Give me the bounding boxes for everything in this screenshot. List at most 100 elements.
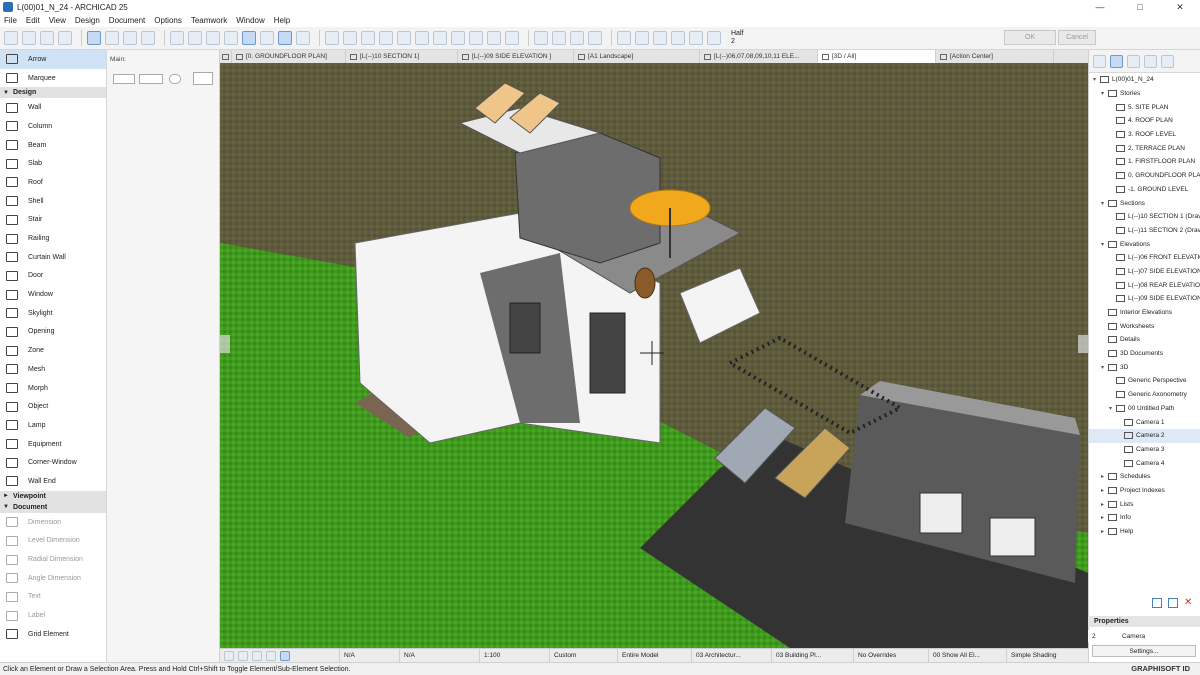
chevron-icon[interactable]: ▾ (1093, 76, 1100, 83)
tool-corner-window[interactable]: Corner-Window (0, 453, 106, 472)
snap-guides-icon[interactable] (123, 31, 137, 45)
menu-document[interactable]: Document (109, 16, 145, 25)
trace-icon[interactable] (260, 31, 274, 45)
graphic-override-selector[interactable]: No Overrides (854, 648, 929, 663)
tool-morph[interactable]: Morph (0, 379, 106, 398)
model-view-options-selector[interactable]: 03 Building Pl... (772, 648, 854, 663)
new-view-icon[interactable] (1152, 598, 1162, 608)
zoom-out-icon[interactable] (252, 650, 262, 661)
tab-a1-landscape[interactable]: [A1 Landscape] (574, 50, 700, 63)
nav-item-0-groundfloor-pla[interactable]: 0. GROUNDFLOOR PLA (1089, 169, 1200, 183)
edit-selection-icon[interactable] (707, 31, 721, 45)
tool-wall[interactable]: Wall (0, 98, 106, 117)
send-to-back-icon[interactable] (552, 31, 566, 45)
nav-item-l-07-side-elevation[interactable]: L(--)07 SIDE ELEVATION (1089, 265, 1200, 279)
split-icon[interactable] (325, 31, 339, 45)
nav-item-l-06-front-elevatio[interactable]: L(--)06 FRONT ELEVATIO (1089, 251, 1200, 265)
menu-design[interactable]: Design (75, 16, 100, 25)
fillet-icon[interactable] (379, 31, 393, 45)
tool-arrow[interactable]: Arrow (0, 50, 106, 69)
tool-zone[interactable]: Zone (0, 341, 106, 360)
chevron-icon[interactable]: ▸ (1101, 528, 1108, 535)
nav-item-camera-2[interactable]: Camera 2 (1089, 428, 1200, 443)
nav-item-generic-perspective[interactable]: Generic Perspective (1089, 374, 1200, 388)
tool-window[interactable]: Window (0, 285, 106, 304)
adjust-icon[interactable] (343, 31, 357, 45)
tool-lamp[interactable]: Lamp (0, 416, 106, 435)
chevron-icon[interactable]: ▾ (1109, 405, 1116, 412)
tab-groundfloor-plan[interactable]: [0. GROUNDFLOOR PLAN] (232, 50, 346, 63)
tool-stair[interactable]: Stair (0, 211, 106, 230)
nav-item-interior-elevations[interactable]: Interior Elevations (1089, 306, 1200, 320)
rotate-view-icon[interactable] (169, 74, 181, 84)
tool-level-dimension[interactable]: Level Dimension (0, 532, 106, 551)
layers-icon[interactable] (224, 31, 238, 45)
nav-item-l-09-side-elevation[interactable]: L(--)09 SIDE ELEVATION (1089, 292, 1200, 306)
rotate-icon[interactable] (433, 31, 447, 45)
marquee-type-dropdown[interactable] (139, 74, 163, 84)
rotation-angle[interactable]: N/A (340, 648, 400, 663)
orbit-icon[interactable] (280, 650, 290, 661)
undo-zoom-icon[interactable] (224, 650, 234, 661)
menu-view[interactable]: View (49, 16, 66, 25)
resize-icon[interactable] (505, 31, 519, 45)
nav-item-3d-documents[interactable]: 3D Documents (1089, 347, 1200, 361)
nav-item-l-11-section-2-drav[interactable]: L(--)11 SECTION 2 (Drav (1089, 224, 1200, 238)
tool-text[interactable]: Text (0, 588, 106, 607)
nav-item-worksheets[interactable]: Worksheets (1089, 319, 1200, 333)
chevron-icon[interactable]: ▸ (1101, 473, 1108, 480)
tool-opening[interactable]: Opening (0, 323, 106, 342)
gravity-icon[interactable] (87, 31, 101, 45)
stretch-icon[interactable] (487, 31, 501, 45)
marquee-icon[interactable] (206, 31, 220, 45)
tool-slab[interactable]: Slab (0, 154, 106, 173)
fit-in-window-icon[interactable] (689, 31, 703, 45)
nav-item-camera-3[interactable]: Camera 3 (1089, 443, 1200, 457)
inject-parameters-icon[interactable] (58, 31, 72, 45)
pan-right-handle[interactable] (1078, 335, 1088, 353)
nav-item-5-site-plan[interactable]: 5. SITE PLAN (1089, 100, 1200, 114)
layout-book-icon[interactable] (1144, 54, 1157, 68)
nav-item-4-roof-plan[interactable]: 4. ROOF PLAN (1089, 114, 1200, 128)
nav-item-2-terrace-plan[interactable]: 2. TERRACE PLAN (1089, 141, 1200, 155)
minimize-button[interactable]: — (1080, 0, 1120, 14)
elevate-icon[interactable] (469, 31, 483, 45)
publisher-sets-icon[interactable] (1161, 54, 1174, 68)
tool-shell[interactable]: Shell (0, 192, 106, 211)
pen-set-selector[interactable]: 03 Architectur... (692, 648, 772, 663)
menu-file[interactable]: File (4, 16, 17, 25)
nav-item-lists[interactable]: ▸ Lists (1089, 497, 1200, 511)
nav-item-1-ground-level[interactable]: -1. GROUND LEVEL (1089, 183, 1200, 197)
nav-item-elevations[interactable]: ▾ Elevations (1089, 237, 1200, 251)
nav-item-details[interactable]: Details (1089, 333, 1200, 347)
layer-combination-selector[interactable]: Custom (550, 648, 618, 663)
nav-item-00-untitled-path[interactable]: ▾ 00 Untitled Path (1089, 402, 1200, 416)
view-map-icon[interactable] (1127, 54, 1140, 68)
nav-item-camera-4[interactable]: Camera 4 (1089, 456, 1200, 470)
navigator-menu-icon[interactable] (1093, 54, 1106, 68)
chevron-icon[interactable]: ▸ (1101, 514, 1108, 521)
bring-to-front-icon[interactable] (534, 31, 548, 45)
design-group-header[interactable]: ▼ Design (0, 87, 106, 99)
undo-icon[interactable] (4, 31, 18, 45)
curve-icon[interactable] (635, 31, 649, 45)
offset-icon[interactable] (397, 31, 411, 45)
drag-icon[interactable] (415, 31, 429, 45)
nav-item-1-firstfloor-plan[interactable]: 1. FIRSTFLOOR PLAN (1089, 155, 1200, 169)
tool-angle-dimension[interactable]: Angle Dimension (0, 569, 106, 588)
tool-beam[interactable]: Beam (0, 136, 106, 155)
fit-in-window-icon[interactable] (266, 650, 276, 661)
nav-item-schedules[interactable]: ▸ Schedules (1089, 470, 1200, 484)
selection-method-dropdown[interactable] (113, 74, 135, 84)
check-icon[interactable] (617, 31, 631, 45)
tool-railing[interactable]: Railing (0, 229, 106, 248)
chevron-icon[interactable]: ▾ (1101, 241, 1108, 248)
3d-view-icon[interactable] (278, 31, 292, 45)
nav-item-project-indexes[interactable]: ▸ Project Indexes (1089, 484, 1200, 498)
align-icon[interactable] (570, 31, 584, 45)
close-button[interactable]: ✕ (1160, 0, 1200, 14)
nav-item-3d[interactable]: ▾ 3D (1089, 360, 1200, 374)
chevron-icon[interactable]: ▸ (1101, 501, 1108, 508)
nav-item-sections[interactable]: ▾ Sections (1089, 196, 1200, 210)
tool-door[interactable]: Door (0, 267, 106, 286)
